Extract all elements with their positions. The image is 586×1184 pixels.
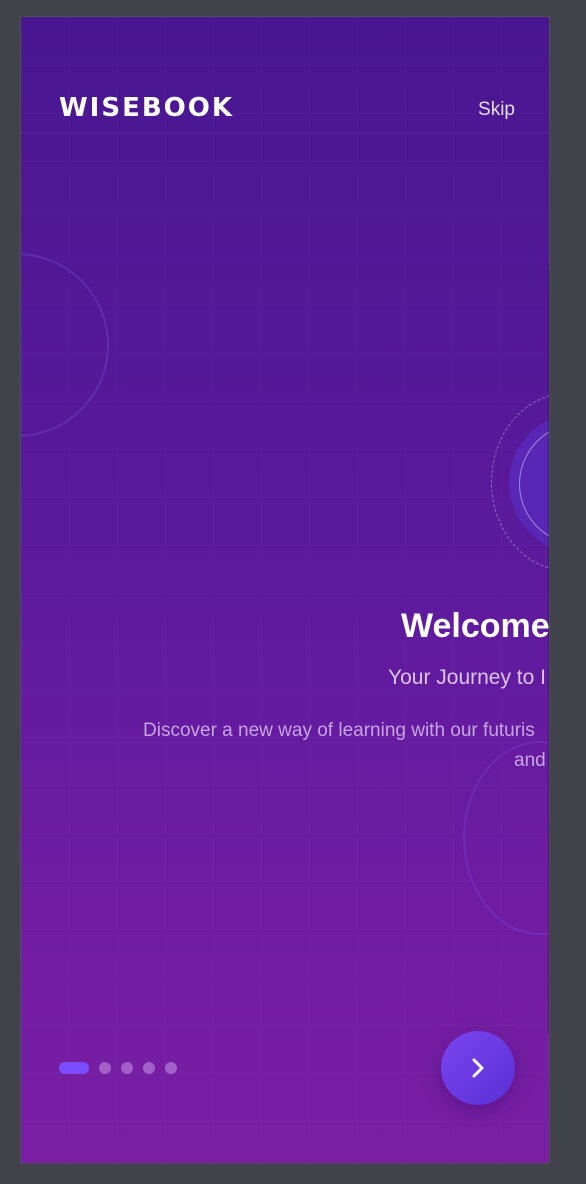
slide-description-line-2: and xyxy=(514,750,546,771)
onboarding-screen: WISEBOOK Skip Welcome Your Journey to I … xyxy=(21,17,549,1163)
next-slide-edge xyxy=(548,270,549,1034)
hero-illustration xyxy=(491,393,549,573)
pagination-dot-2[interactable] xyxy=(99,1062,111,1074)
top-bar: WISEBOOK Skip xyxy=(21,17,549,134)
pagination-dot-3[interactable] xyxy=(121,1062,133,1074)
slide-title: Welcome xyxy=(401,607,549,645)
pagination-dot-4[interactable] xyxy=(143,1062,155,1074)
background-grid xyxy=(21,17,549,1163)
decorative-circle-left xyxy=(21,253,109,437)
slide-subtitle: Your Journey to I xyxy=(388,666,546,689)
pagination-dot-1[interactable] xyxy=(59,1062,89,1074)
pagination-dot-5[interactable] xyxy=(165,1062,177,1074)
skip-button[interactable]: Skip xyxy=(478,99,515,121)
slide-description-line-1: Discover a new way of learning with our … xyxy=(143,720,535,741)
chevron-right-icon xyxy=(472,1058,484,1078)
next-button[interactable] xyxy=(441,1031,515,1105)
brand-logo: WISEBOOK xyxy=(59,93,235,123)
